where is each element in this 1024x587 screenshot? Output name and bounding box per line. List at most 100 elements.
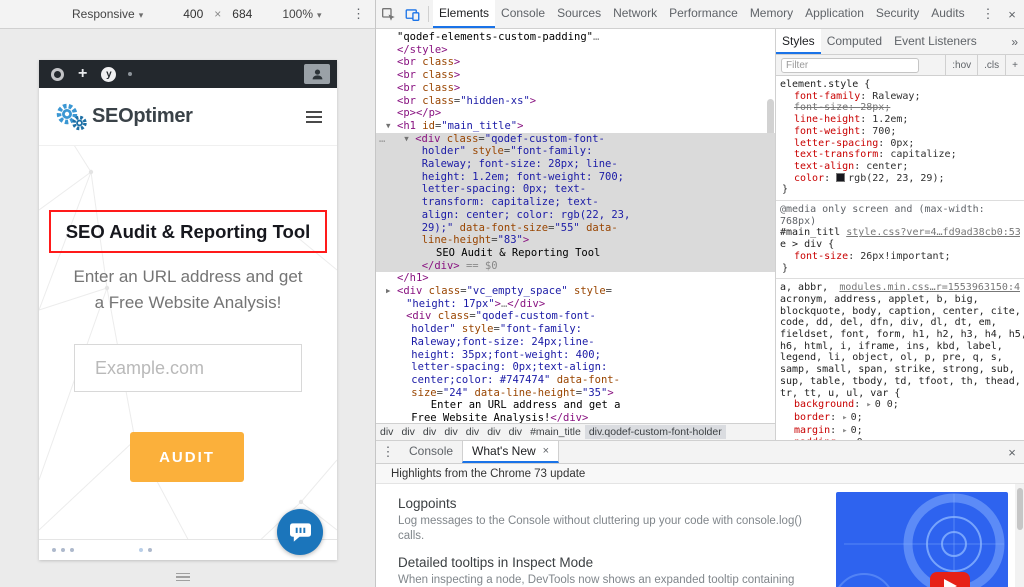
style-selector[interactable]: legend, li, object, ol, p, pre, q, s, <box>780 352 1003 364</box>
style-selector[interactable]: h6, html, i, iframe, ins, kbd, label, <box>780 341 1003 353</box>
zoom-select[interactable]: 100%▾ <box>282 7 321 21</box>
dom-node-line[interactable]: letter-spacing: 0px; text- <box>376 183 775 196</box>
more-tabs-icon[interactable]: » <box>1005 29 1024 54</box>
breadcrumb-item[interactable]: div <box>505 425 526 439</box>
style-property[interactable]: color: rgb(22, 23, 29); <box>780 173 1020 185</box>
dom-node-line[interactable]: "qodef-elements-custom-padding"… <box>376 31 775 44</box>
dom-node-line[interactable]: height: 1.2em; font-weight: 700; <box>376 171 775 184</box>
style-selector[interactable]: a, abbr, <box>780 282 828 294</box>
dom-node-line[interactable]: SEO Audit & Reporting Tool <box>376 247 775 260</box>
whats-new-video-thumbnail[interactable] <box>836 492 1008 587</box>
style-selector[interactable]: code, dd, del, dfn, div, dl, dt, em, <box>780 317 997 329</box>
color-swatch-icon[interactable] <box>836 173 845 182</box>
expand-arrow-icon[interactable]: ▶ <box>386 285 397 298</box>
inspect-icon[interactable] <box>376 0 400 28</box>
dom-node-line[interactable]: <br class> <box>376 69 775 82</box>
seoptimer-logo[interactable]: SEOptimer <box>54 102 193 132</box>
viewport-height-input[interactable]: 684 <box>228 6 256 22</box>
breadcrumb-item[interactable]: div <box>462 425 483 439</box>
whats-new-item-title[interactable]: Detailed tooltips in Inspect Mode <box>398 555 816 570</box>
style-selector[interactable]: element.style { <box>780 79 870 91</box>
user-avatar-icon[interactable] <box>304 64 330 84</box>
gutter-ellipsis-icon[interactable]: … <box>379 133 385 146</box>
style-property[interactable]: background: ▸0 0; <box>780 399 1020 412</box>
dom-node-line[interactable]: …▼<div class="qodef-custom-font- <box>376 133 775 146</box>
collapse-arrow-icon[interactable]: ▼ <box>386 120 397 133</box>
styles-filter-input[interactable] <box>781 58 919 73</box>
sidebar-tab-event-listeners[interactable]: Event Listeners <box>888 29 983 54</box>
style-property[interactable]: font-size: 28px; <box>780 102 1020 114</box>
tab-performance[interactable]: Performance <box>663 0 744 28</box>
breadcrumb-item[interactable]: div.qodef-custom-font-holder <box>585 425 726 439</box>
dom-node-line[interactable]: holder" style="font-family: <box>376 145 775 158</box>
dom-node-line[interactable]: transform: capitalize; text- <box>376 196 775 209</box>
dom-node-line[interactable]: </h1> <box>376 272 775 285</box>
dom-node-line[interactable]: Raleway;font-size: 24px;line- <box>376 336 775 349</box>
whats-new-item-title[interactable]: Logpoints <box>398 496 816 511</box>
dom-node-line[interactable]: letter-spacing: 0px;text-align: <box>376 361 775 374</box>
stylesheet-link[interactable]: style.css?ver=4…fd9ad38cb0:538 <box>846 227 1020 239</box>
site-icon[interactable] <box>51 68 64 81</box>
expand-icon[interactable]: ▸ <box>842 426 847 436</box>
viewport-resize-handle[interactable] <box>176 573 190 582</box>
dom-node-line[interactable]: Raleway; font-size: 28px; line- <box>376 158 775 171</box>
viewport-width-input[interactable]: 400 <box>179 6 207 22</box>
style-selector[interactable]: #main_titl <box>780 227 840 239</box>
close-tab-icon[interactable]: × <box>543 445 549 457</box>
style-selector[interactable]: blockquote, body, caption, center, cite, <box>780 306 1021 318</box>
media-query[interactable]: @media only screen and (max-width: 768px… <box>780 204 1020 227</box>
tab-sources[interactable]: Sources <box>551 0 607 28</box>
collapse-arrow-icon[interactable]: ▼ <box>404 133 415 146</box>
dom-node-line[interactable]: <div class="qodef-custom-font- <box>376 310 775 323</box>
sidebar-tab-styles[interactable]: Styles <box>776 29 821 54</box>
device-toolbar-menu-icon[interactable]: ⋮ <box>352 6 365 22</box>
style-property[interactable]: letter-spacing: 0px; <box>780 138 1020 150</box>
device-mode-select[interactable]: Responsive▾ <box>72 7 143 21</box>
breadcrumb-item[interactable]: #main_title <box>526 425 585 439</box>
drawer-tab-what-s-new[interactable]: What's New× <box>462 441 559 463</box>
device-toolbar-toggle-icon[interactable] <box>400 0 424 28</box>
tab-console[interactable]: Console <box>495 0 551 28</box>
yoast-icon[interactable]: y <box>101 67 116 82</box>
drawer-menu-icon[interactable]: ⋮ <box>376 441 400 463</box>
devtools-close-icon[interactable]: × <box>1000 0 1024 28</box>
dom-node-line[interactable]: "height: 17px">…</div> <box>376 298 775 311</box>
dom-node-line[interactable]: ▼<h1 id="main_title"> <box>376 120 775 133</box>
tab-elements[interactable]: Elements <box>433 0 495 28</box>
audit-button[interactable]: AUDIT <box>130 432 244 482</box>
tab-memory[interactable]: Memory <box>744 0 799 28</box>
expand-icon[interactable]: ▸ <box>842 413 847 423</box>
dom-node-line[interactable]: <br class> <box>376 82 775 95</box>
style-selector[interactable]: tr, tt, u, ul, var { <box>780 388 900 400</box>
dom-node-line[interactable]: <br class="hidden-xs"> <box>376 95 775 108</box>
devtools-menu-icon[interactable]: ⋮ <box>976 0 1000 28</box>
dom-node-line[interactable]: Free Website Analysis!</div> <box>376 412 775 423</box>
dom-node-line[interactable]: line-height="83"> <box>376 234 775 247</box>
style-property[interactable]: font-size: 26px!important; <box>780 251 1020 263</box>
class-toggle[interactable]: .cls <box>977 55 1005 75</box>
tab-network[interactable]: Network <box>607 0 663 28</box>
style-selector[interactable]: sup, table, tbody, td, tfoot, th, thead, <box>780 376 1021 388</box>
tab-application[interactable]: Application <box>799 0 870 28</box>
style-selector[interactable]: samp, small, span, strike, strong, sub, <box>780 364 1015 376</box>
style-property[interactable]: line-height: 1.2em; <box>780 114 1020 126</box>
dom-node-line[interactable]: 29);" data-font-size="55" data- <box>376 222 775 235</box>
tab-security[interactable]: Security <box>870 0 925 28</box>
drawer-close-icon[interactable]: × <box>1000 441 1024 463</box>
tab-audits[interactable]: Audits <box>925 0 970 28</box>
dom-node-line[interactable]: size="24" data-line-height="35"> <box>376 387 775 400</box>
add-new-icon[interactable]: + <box>78 66 87 82</box>
dom-node-line[interactable]: </style> <box>376 44 775 57</box>
dom-node-line[interactable]: align: center; color: rgb(22, 23, <box>376 209 775 222</box>
breadcrumb-item[interactable]: div <box>483 425 504 439</box>
breadcrumb-item[interactable]: div <box>419 425 440 439</box>
dom-node-line[interactable]: holder" style="font-family: <box>376 323 775 336</box>
dom-node-line[interactable]: center;color: #747474" data-font- <box>376 374 775 387</box>
breadcrumb-item[interactable]: div <box>397 425 418 439</box>
breadcrumb-item[interactable]: div <box>376 425 397 439</box>
scrollbar[interactable] <box>1015 484 1024 587</box>
stylesheet-link[interactable]: modules.min.css…r=1553963150:4 <box>839 282 1020 294</box>
style-selector[interactable]: acronym, address, applet, b, big, <box>780 294 979 306</box>
sidebar-tab-computed[interactable]: Computed <box>821 29 888 54</box>
style-selector[interactable]: e > div { <box>780 239 834 251</box>
